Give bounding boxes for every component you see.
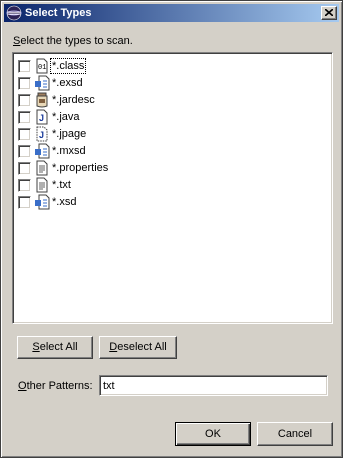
type-label: *.properties xyxy=(52,162,109,174)
list-item[interactable]: *.properties xyxy=(18,160,318,176)
other-patterns-input[interactable] xyxy=(99,375,328,396)
schema-file-icon xyxy=(34,143,50,159)
java-scrapbook-icon: J xyxy=(34,126,50,142)
type-checkbox[interactable] xyxy=(18,196,31,209)
svg-text:01: 01 xyxy=(38,64,46,72)
list-item[interactable]: J *.jpage xyxy=(18,126,318,142)
type-checkbox[interactable] xyxy=(18,145,31,158)
jar-descriptor-icon xyxy=(34,92,50,108)
type-label: *.xsd xyxy=(52,196,77,208)
ok-button[interactable]: OK xyxy=(175,422,251,446)
instruction-rest: elect the types to scan. xyxy=(20,35,133,47)
close-button[interactable] xyxy=(321,6,337,20)
type-label: *.exsd xyxy=(52,77,83,89)
cancel-button[interactable]: Cancel xyxy=(257,422,333,446)
type-label: *.jpage xyxy=(52,128,87,140)
type-label: *.mxsd xyxy=(52,145,86,157)
list-item[interactable]: *.mxsd xyxy=(18,143,318,159)
deselect-all-button[interactable]: Deselect All xyxy=(99,336,177,359)
select-all-button[interactable]: Select All xyxy=(17,336,93,359)
schema-file-icon xyxy=(34,194,50,210)
type-checkbox[interactable] xyxy=(18,94,31,107)
svg-text:J: J xyxy=(39,113,44,123)
type-label: *.java xyxy=(52,111,80,123)
schema-file-icon xyxy=(34,75,50,91)
text-file-icon xyxy=(34,160,50,176)
select-all-mnemonic: S xyxy=(32,341,40,353)
list-item[interactable]: J *.java xyxy=(18,109,318,125)
title-bar[interactable]: Select Types xyxy=(4,4,339,22)
eclipse-icon xyxy=(6,5,22,21)
type-label: *.jardesc xyxy=(52,94,95,106)
class-file-icon: 01 xyxy=(34,58,50,74)
list-item[interactable]: *.exsd xyxy=(18,75,318,91)
list-item[interactable]: *.jardesc xyxy=(18,92,318,108)
java-file-icon: J xyxy=(34,109,50,125)
dialog-title: Select Types xyxy=(25,7,92,19)
instruction-text: Select the types to scan. xyxy=(13,35,133,47)
type-checkbox[interactable] xyxy=(18,111,31,124)
list-item[interactable]: *.xsd xyxy=(18,194,318,210)
select-all-rest: elect All xyxy=(39,341,78,353)
other-patterns-mnemonic: O xyxy=(18,380,27,392)
type-label: *.txt xyxy=(52,179,71,191)
deselect-all-mnemonic: D xyxy=(109,341,118,353)
deselect-all-rest: eselect All xyxy=(117,341,167,353)
list-item[interactable]: *.txt xyxy=(18,177,318,193)
text-file-icon xyxy=(34,177,50,193)
other-patterns-label: Other Patterns: xyxy=(18,380,93,392)
type-checkbox[interactable] xyxy=(18,179,31,192)
close-icon xyxy=(325,9,333,16)
other-patterns-rest: ther Patterns: xyxy=(26,380,93,392)
type-checkbox[interactable] xyxy=(18,60,31,73)
type-checkbox[interactable] xyxy=(18,77,31,90)
type-checkbox[interactable] xyxy=(18,162,31,175)
svg-text:J: J xyxy=(39,130,44,140)
list-item[interactable]: 01 *.class xyxy=(18,58,318,74)
type-checkbox[interactable] xyxy=(18,128,31,141)
types-list[interactable]: 01 *.class *.exsd *.jardesc J *.java J *… xyxy=(12,52,333,324)
type-label: *.class xyxy=(49,58,87,74)
select-types-dialog: Select Types Select the types to scan. 0… xyxy=(0,0,343,458)
